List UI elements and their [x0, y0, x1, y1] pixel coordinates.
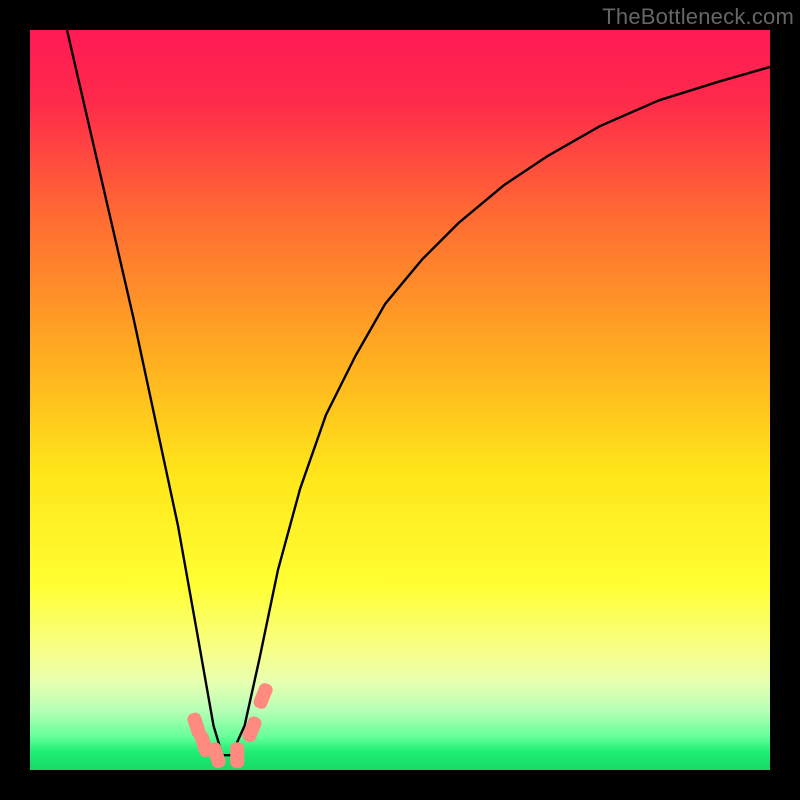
plot-area [30, 30, 770, 770]
watermark-text: TheBottleneck.com [602, 4, 794, 30]
chart-frame: TheBottleneck.com [0, 0, 800, 800]
marker [230, 742, 244, 768]
gradient-background [30, 30, 770, 770]
bottleneck-chart [30, 30, 770, 770]
